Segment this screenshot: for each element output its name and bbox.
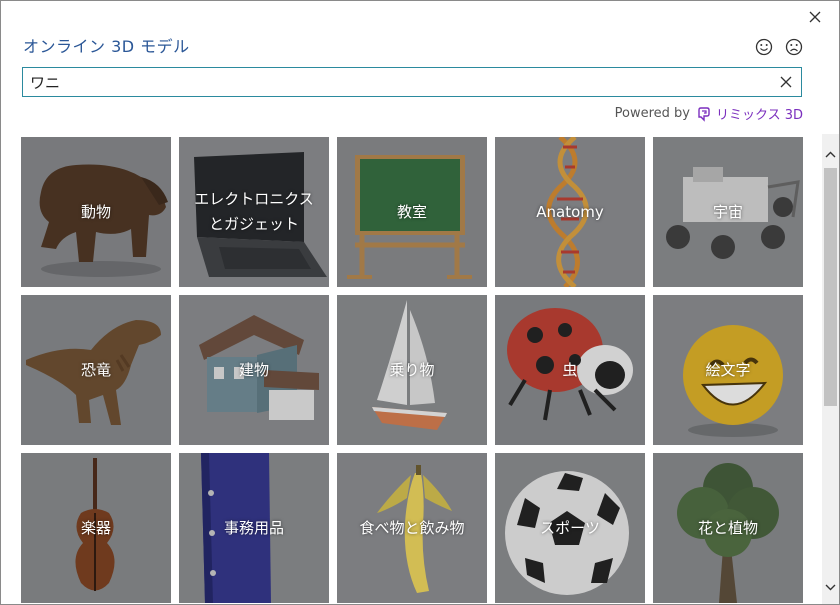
category-tile-emoji[interactable]: 絵文字 [653,295,803,445]
scroll-up-button[interactable] [822,146,839,163]
category-label: 事務用品 [223,518,284,537]
category-label: スポーツ [540,518,600,537]
category-tile-anatomy[interactable]: Anatomy [495,137,645,287]
category-tile-dinosaurs[interactable]: 恐竜 [21,295,171,445]
scrollbar-thumb[interactable] [824,168,837,406]
online-3d-models-dialog: オンライン 3D モデル Powered by [0,0,840,605]
category-label: 花と植物 [697,518,758,537]
category-tile-electronics[interactable]: エレクトロニクスとガジェット [179,137,329,287]
category-label: 恐竜 [80,360,111,379]
category-label: 教室 [396,202,427,221]
category-label: 乗り物 [389,360,435,379]
category-label: 建物 [238,360,269,379]
category-tile-insects[interactable]: 虫 [495,295,645,445]
category-label: 宇宙 [712,202,743,221]
category-tile-sports[interactable]: スポーツ [495,453,645,603]
clear-x-icon [780,76,792,88]
remix-3d-brand: リミックス 3D [715,108,803,123]
category-tile-animals[interactable]: 動物 [21,137,171,287]
feedback-buttons [755,38,803,56]
scroll-up-chevron-icon [825,151,836,158]
category-label: 楽器 [80,518,111,537]
scroll-down-button[interactable] [822,579,839,596]
clear-search-button[interactable] [771,68,801,96]
category-grid: 動物 エレクトロニクスとガジェット 教室 Anatomy 宇宙 恐竜 建物 乗り… [21,137,803,603]
category-label: エレクトロニクスとガジェット [194,190,314,233]
category-label: 虫 [562,360,578,379]
smiley-sad-icon [785,38,803,56]
smiley-happy-icon [755,38,773,56]
category-tile-instruments[interactable]: 楽器 [21,453,171,603]
category-tile-buildings[interactable]: 建物 [179,295,329,445]
scroll-down-chevron-icon [825,584,836,591]
category-tile-vehicles[interactable]: 乗り物 [337,295,487,445]
dialog-title: オンライン 3D モデル [23,37,190,56]
remix-3d-link[interactable]: リミックス 3D [696,104,803,123]
vertical-scrollbar[interactable] [822,134,839,604]
category-label: 動物 [80,202,111,221]
category-label: 食べ物と飲み物 [359,518,465,537]
search-input[interactable] [23,69,771,95]
smiley-happy-button[interactable] [755,38,773,56]
powered-by-text: Powered by [614,106,690,121]
category-tile-office-supplies[interactable]: 事務用品 [179,453,329,603]
close-button[interactable] [805,7,825,27]
remix-3d-logo-icon [698,106,710,122]
powered-by: Powered by リミックス 3D [615,104,803,123]
smiley-sad-button[interactable] [785,38,803,56]
close-icon [809,11,821,23]
category-tile-space[interactable]: 宇宙 [653,137,803,287]
category-tile-food-and-drink[interactable]: 食べ物と飲み物 [337,453,487,603]
search-box [22,67,802,97]
category-label: 絵文字 [705,360,751,379]
category-tile-flowers-and-plants[interactable]: 花と植物 [653,453,803,603]
category-label: Anatomy [536,202,604,221]
category-tile-classroom[interactable]: 教室 [337,137,487,287]
